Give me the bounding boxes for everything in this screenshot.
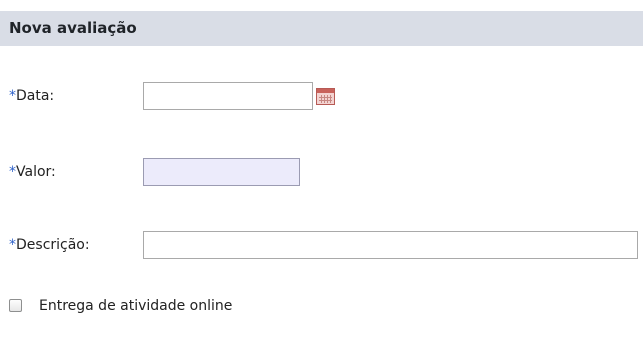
entrega-online-row: Entrega de atividade online — [0, 294, 643, 318]
nova-avaliacao-panel: Nova avaliação *Data: *Valor: *Descrição… — [0, 0, 643, 347]
descricao-label: *Descrição: — [9, 231, 90, 259]
valor-row: *Valor: — [0, 158, 643, 186]
data-label-text: Data: — [16, 88, 55, 104]
descricao-label-text: Descrição: — [16, 237, 90, 253]
valor-input[interactable] — [143, 158, 300, 186]
descricao-row: *Descrição: — [0, 231, 643, 259]
required-mark: * — [9, 164, 16, 180]
entrega-online-checkbox[interactable] — [9, 299, 22, 312]
calendar-icon-header — [317, 89, 334, 93]
entrega-online-label[interactable]: Entrega de atividade online — [39, 294, 232, 318]
valor-label: *Valor: — [9, 158, 56, 186]
required-mark: * — [9, 88, 16, 104]
valor-label-text: Valor: — [16, 164, 56, 180]
data-row: *Data: — [0, 82, 643, 110]
panel-title: Nova avaliação — [0, 11, 643, 46]
calendar-icon-grid — [319, 95, 332, 103]
calendar-icon[interactable] — [316, 88, 335, 105]
descricao-input[interactable] — [143, 231, 638, 259]
data-label: *Data: — [9, 82, 54, 110]
required-mark: * — [9, 237, 16, 253]
data-input[interactable] — [143, 82, 313, 110]
